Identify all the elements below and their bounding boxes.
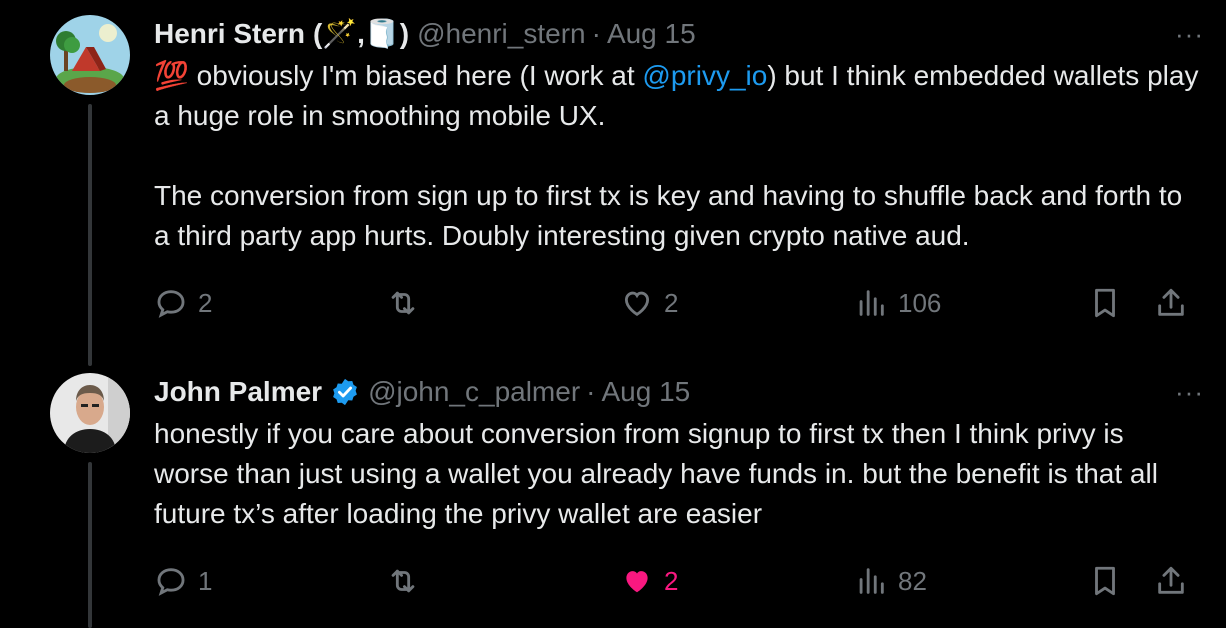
retweet-icon bbox=[391, 291, 415, 315]
views-icon bbox=[859, 568, 884, 594]
reply-icon bbox=[157, 568, 185, 596]
retweet-button[interactable] bbox=[386, 286, 430, 320]
thread-line-bottom bbox=[88, 462, 92, 628]
retweet-icon bbox=[391, 569, 415, 593]
share-button[interactable] bbox=[1154, 286, 1188, 320]
author-name[interactable]: John Palmer bbox=[154, 374, 322, 410]
thread-line-top bbox=[88, 104, 92, 366]
separator: · bbox=[591, 18, 601, 49]
reply-button[interactable]: 1 bbox=[154, 564, 212, 598]
tweet-body: honestly if you care about conversion fr… bbox=[154, 414, 1204, 534]
author-handle[interactable]: @john_c_palmer bbox=[368, 374, 580, 410]
bookmark-icon bbox=[1095, 288, 1115, 318]
views-button[interactable]: 106 bbox=[854, 286, 941, 320]
reply-count: 2 bbox=[198, 287, 213, 318]
mention-link[interactable]: @privy_io bbox=[642, 60, 767, 91]
like-icon bbox=[626, 571, 648, 593]
body-text-prefix: 💯 obviously I'm biased here (I work at bbox=[154, 60, 643, 91]
views-count: 106 bbox=[898, 287, 942, 318]
tweet-header: John Palmer @john_c_palmer · Aug 15 bbox=[154, 374, 1204, 410]
like-count: 2 bbox=[664, 565, 679, 596]
author-name[interactable]: Henri Stern bbox=[154, 16, 305, 52]
tweet-date[interactable]: Aug 15 bbox=[607, 16, 696, 52]
views-button[interactable]: 82 bbox=[854, 564, 927, 598]
avatar[interactable] bbox=[50, 15, 130, 95]
author-emoji: (🪄,🧻) bbox=[312, 18, 410, 49]
more-icon[interactable]: ··· bbox=[1175, 21, 1204, 47]
tweet-header: Henri Stern (🪄,🧻) @henri_stern · Aug 15 bbox=[154, 16, 1204, 52]
action-bar: 1 2 82 bbox=[154, 564, 1194, 604]
like-count: 2 bbox=[664, 287, 679, 318]
like-button[interactable]: 2 bbox=[620, 286, 678, 320]
more-icon[interactable]: ··· bbox=[1175, 379, 1204, 405]
bookmark-button[interactable] bbox=[1088, 564, 1122, 598]
reply-count: 1 bbox=[198, 565, 213, 596]
reply-icon bbox=[157, 290, 185, 318]
reply-button[interactable]: 2 bbox=[154, 286, 212, 320]
avatar-image bbox=[50, 373, 130, 453]
action-bar: 2 2 106 bbox=[154, 286, 1194, 326]
avatar-image bbox=[50, 15, 130, 95]
bookmark-icon bbox=[1095, 566, 1115, 596]
tweet-body: 💯 obviously I'm biased here (I work at @… bbox=[154, 56, 1204, 256]
avatar[interactable] bbox=[50, 373, 130, 453]
share-icon bbox=[1158, 566, 1184, 594]
like-icon bbox=[624, 291, 650, 316]
views-count: 82 bbox=[898, 565, 927, 596]
tweet-paragraph-2: The conversion from sign up to first tx … bbox=[154, 180, 1183, 251]
share-icon bbox=[1158, 288, 1184, 316]
verified-badge-icon bbox=[333, 378, 357, 406]
bookmark-button[interactable] bbox=[1088, 286, 1122, 320]
views-icon bbox=[859, 290, 884, 316]
tweet-paragraph: 💯 obviously I'm biased here (I work at @… bbox=[154, 56, 1204, 136]
author-handle[interactable]: @henri_stern bbox=[417, 16, 586, 52]
tweet-paragraph: honestly if you care about conversion fr… bbox=[154, 418, 1158, 529]
separator: · bbox=[586, 376, 596, 407]
like-button[interactable]: 2 bbox=[620, 564, 678, 598]
share-button[interactable] bbox=[1154, 564, 1188, 598]
retweet-button[interactable] bbox=[386, 564, 430, 598]
tweet-date[interactable]: Aug 15 bbox=[601, 374, 690, 410]
